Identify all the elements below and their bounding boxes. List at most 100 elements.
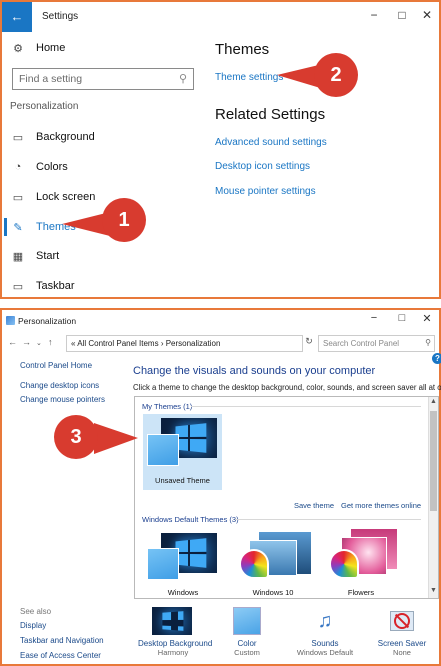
nav-forward-icon[interactable]: → [22,337,31,347]
change-desktop-icons-link[interactable]: Change desktop icons [20,381,99,390]
cp-heading: Change the visuals and sounds on your co… [133,365,376,377]
group-divider [191,406,421,407]
taskbar-icon: ▭ [12,280,24,293]
cp-titlebar: Personalization − □ ✕ [2,310,439,332]
address-row: ← → ⌄ ↑ « All Control Panel Items › Pers… [2,334,439,354]
gear-icon: ⚙ [13,42,23,55]
bottom-item-value: Harmony [157,648,189,657]
theme-color-swatch [147,434,179,466]
bottom-item-label: Desktop Background [138,639,213,648]
cp-search-icon: ⚲ [425,338,431,347]
help-icon[interactable]: ? [432,353,441,364]
scroll-up-icon[interactable]: ▲ [430,398,437,405]
change-mouse-pointers-link[interactable]: Change mouse pointers [20,395,105,404]
theme-name: Flowers [347,588,375,597]
theme-windows-10[interactable]: Windows 10 [233,527,313,598]
nav-home-label: Home [36,42,66,54]
bottom-item-value: Custom [234,648,260,657]
control-panel-window: Personalization − □ ✕ ← → ⌄ ↑ « All Cont… [0,308,441,666]
theme-name: Windows 10 [252,588,294,597]
theme-flowers[interactable]: Flowers [321,527,401,598]
advanced-sound-settings-link[interactable]: Advanced sound settings [215,137,327,148]
theme-name: Unsaved Theme [155,476,210,485]
address-bar[interactable]: « All Control Panel Items › Personalizat… [66,335,303,352]
active-indicator [4,218,7,236]
back-button[interactable]: ← [2,2,32,32]
refresh-icon[interactable]: ↻ [301,336,317,353]
nav-back-icon[interactable]: ← [8,337,17,347]
address-text: « All Control Panel Items › Personalizat… [71,339,221,348]
ease-of-access-link[interactable]: Ease of Access Center [20,651,101,660]
screen-saver-setting[interactable]: Screen Saver None [374,607,430,657]
theme-color-swatch [239,549,269,579]
callout-3-pointer [94,423,138,454]
bottom-item-value: Windows Default [296,648,354,657]
themes-heading: Themes [215,41,270,58]
cp-close-button[interactable]: ✕ [417,312,437,325]
settings-titlebar: ← Settings − □ ✕ [2,2,439,32]
bottom-item-value: None [393,648,411,657]
start-icon: ▦ [12,250,24,263]
window-title: Settings [42,11,79,22]
callout-3: 3 [54,415,98,459]
sidebar-item-label: Background [36,131,95,143]
personalization-icon [6,316,15,325]
theme-list: My Themes (1) Unsaved Theme Save theme G… [134,396,439,599]
desktop-background-icon [152,607,192,635]
theme-unsaved[interactable]: Unsaved Theme [143,414,222,490]
maximize-button[interactable]: □ [392,8,412,22]
section-label: Personalization [10,101,79,112]
color-setting[interactable]: Color Custom [224,607,270,657]
callout-2: 2 [314,53,358,97]
bottom-item-label: Screen Saver [377,639,427,648]
sidebar-item-label: Start [36,250,60,262]
themes-icon: ✎ [13,221,23,234]
lock-screen-icon: ▭ [12,191,24,204]
find-setting-input[interactable]: Find a setting ⚲ [12,68,194,90]
cp-search-input[interactable]: Search Control Panel ⚲ [318,335,435,352]
nav-up-icon[interactable]: ↑ [48,337,53,347]
search-placeholder: Find a setting [19,73,83,85]
sidebar-item-start[interactable]: ▦ Start [10,246,59,266]
bottom-item-label: Color [237,639,257,648]
cp-minimize-button[interactable]: − [364,312,384,324]
sidebar-item-background[interactable]: ▭ Background [10,127,95,147]
taskbar-navigation-link[interactable]: Taskbar and Navigation [20,636,104,645]
theme-color-swatch [147,548,179,580]
sidebar-item-taskbar[interactable]: ▭ Taskbar [10,276,75,296]
theme-name: Windows [167,588,199,597]
theme-list-scrollbar[interactable]: ▲ ▼ [428,397,438,598]
cp-description: Click a theme to change the desktop back… [133,383,441,392]
image-icon: ▭ [12,131,24,144]
theme-color-swatch [329,549,359,579]
mouse-pointer-settings-link[interactable]: Mouse pointer settings [215,186,316,197]
see-also-label: See also [20,607,52,616]
nav-recent-icon[interactable]: ⌄ [36,339,42,347]
scroll-thumb[interactable] [430,411,437,511]
group-divider [235,519,421,520]
nav-home[interactable]: ⚙ Home [10,38,65,58]
sounds-setting[interactable]: ♫ Sounds Windows Default [293,607,357,657]
display-link[interactable]: Display [20,621,46,630]
desktop-icon-settings-link[interactable]: Desktop icon settings [215,161,310,172]
default-themes-group-label: Windows Default Themes (3) [142,515,239,524]
save-theme-link[interactable]: Save theme [294,501,334,510]
settings-window: ← Settings − □ ✕ ⚙ Home Find a setting ⚲… [0,0,441,299]
cp-search-placeholder: Search Control Panel [323,339,400,348]
cp-maximize-button[interactable]: □ [392,312,412,324]
sidebar-item-label: Colors [36,161,68,173]
desktop-background-setting[interactable]: Desktop Background Harmony [138,607,213,657]
search-icon: ⚲ [178,73,187,85]
control-panel-home-link[interactable]: Control Panel Home [20,361,92,370]
bottom-item-label: Sounds [311,639,339,648]
theme-settings-link[interactable]: Theme settings [215,72,283,83]
scroll-down-icon[interactable]: ▼ [430,587,437,594]
minimize-button[interactable]: − [364,8,384,22]
get-more-themes-link[interactable]: Get more themes online [341,501,421,510]
theme-windows[interactable]: Windows [143,527,223,598]
back-arrow-icon: ← [10,9,24,24]
sidebar-item-colors[interactable]: ◔ Colors [10,157,68,177]
close-button[interactable]: ✕ [417,8,437,22]
color-icon [233,607,261,635]
music-notes-icon: ♫ [317,610,333,632]
